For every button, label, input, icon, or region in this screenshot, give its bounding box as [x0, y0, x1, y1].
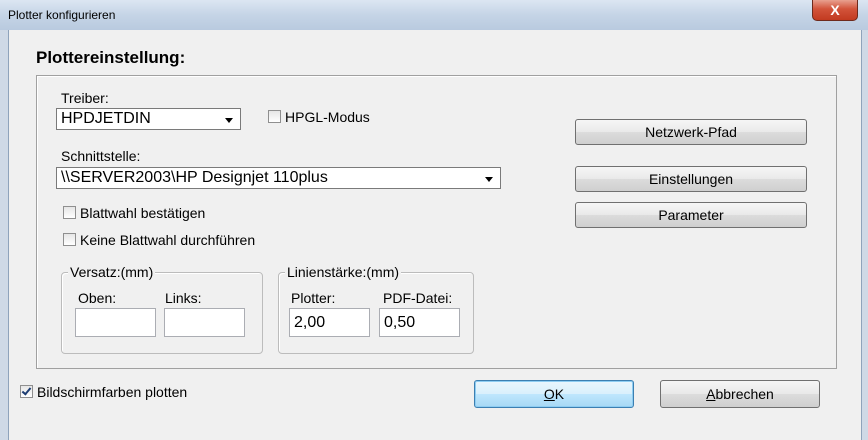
- interface-label: Schnittstelle:: [61, 148, 141, 164]
- checkbox-box: [268, 110, 281, 123]
- window-title: Plotter konfigurieren: [8, 8, 116, 22]
- interface-select[interactable]: \\SERVER2003\HP Designjet 110plus: [56, 167, 501, 189]
- offset-group-legend: Versatz:(mm): [68, 264, 156, 280]
- no-sheet-selection-label: Keine Blattwahl durchführen: [80, 232, 256, 248]
- screen-colors-label: Bildschirmfarben plotten: [37, 384, 188, 400]
- ok-button[interactable]: OK: [474, 380, 634, 408]
- title-bar: Plotter konfigurieren X: [0, 0, 868, 30]
- plotter-line-width-input[interactable]: 2,00: [289, 308, 370, 337]
- plotter-line-label: Plotter:: [291, 290, 336, 306]
- confirm-sheet-checkbox[interactable]: Blattwahl bestätigen: [63, 205, 205, 221]
- driver-select[interactable]: HPDJETDIN: [56, 108, 241, 130]
- chevron-down-icon: [485, 177, 493, 182]
- cancel-label-rest: bbrechen: [715, 386, 774, 402]
- interface-select-value: \\SERVER2003\HP Designjet 110plus: [61, 169, 328, 186]
- hpgl-mode-checkbox[interactable]: HPGL-Modus: [268, 109, 370, 125]
- line-width-group-legend: Linienstärke:(mm): [285, 264, 402, 280]
- offset-top-input[interactable]: [75, 308, 156, 337]
- checkbox-box: [63, 233, 76, 246]
- confirm-sheet-label: Blattwahl bestätigen: [80, 205, 206, 221]
- no-sheet-selection-checkbox[interactable]: Keine Blattwahl durchführen: [63, 232, 255, 248]
- checkbox-box: [63, 206, 76, 219]
- offset-left-label: Links:: [165, 290, 202, 306]
- hpgl-mode-label: HPGL-Modus: [285, 109, 370, 125]
- chevron-down-icon: [225, 118, 233, 123]
- ok-mnemonic: O: [543, 386, 555, 402]
- screen-colors-checkbox[interactable]: Bildschirmfarben plotten: [20, 384, 187, 400]
- checkmark-icon: [20, 385, 33, 398]
- pdf-line-label: PDF-Datei:: [383, 290, 453, 306]
- offset-top-label: Oben:: [78, 290, 117, 306]
- driver-label: Treiber:: [61, 90, 109, 106]
- offset-left-input[interactable]: [164, 308, 245, 337]
- pdf-line-width-input[interactable]: 0,50: [379, 308, 460, 337]
- close-button[interactable]: X: [812, 0, 858, 21]
- section-heading: Plottereinstellung:: [36, 48, 186, 67]
- driver-select-value: HPDJETDIN: [61, 110, 151, 127]
- cancel-button[interactable]: Abbrechen: [660, 380, 820, 408]
- settings-button[interactable]: Einstellungen: [575, 166, 807, 192]
- network-path-button[interactable]: Netzwerk-Pfad: [575, 119, 807, 145]
- parameters-button[interactable]: Parameter: [575, 202, 807, 228]
- ok-label-rest: K: [554, 386, 565, 402]
